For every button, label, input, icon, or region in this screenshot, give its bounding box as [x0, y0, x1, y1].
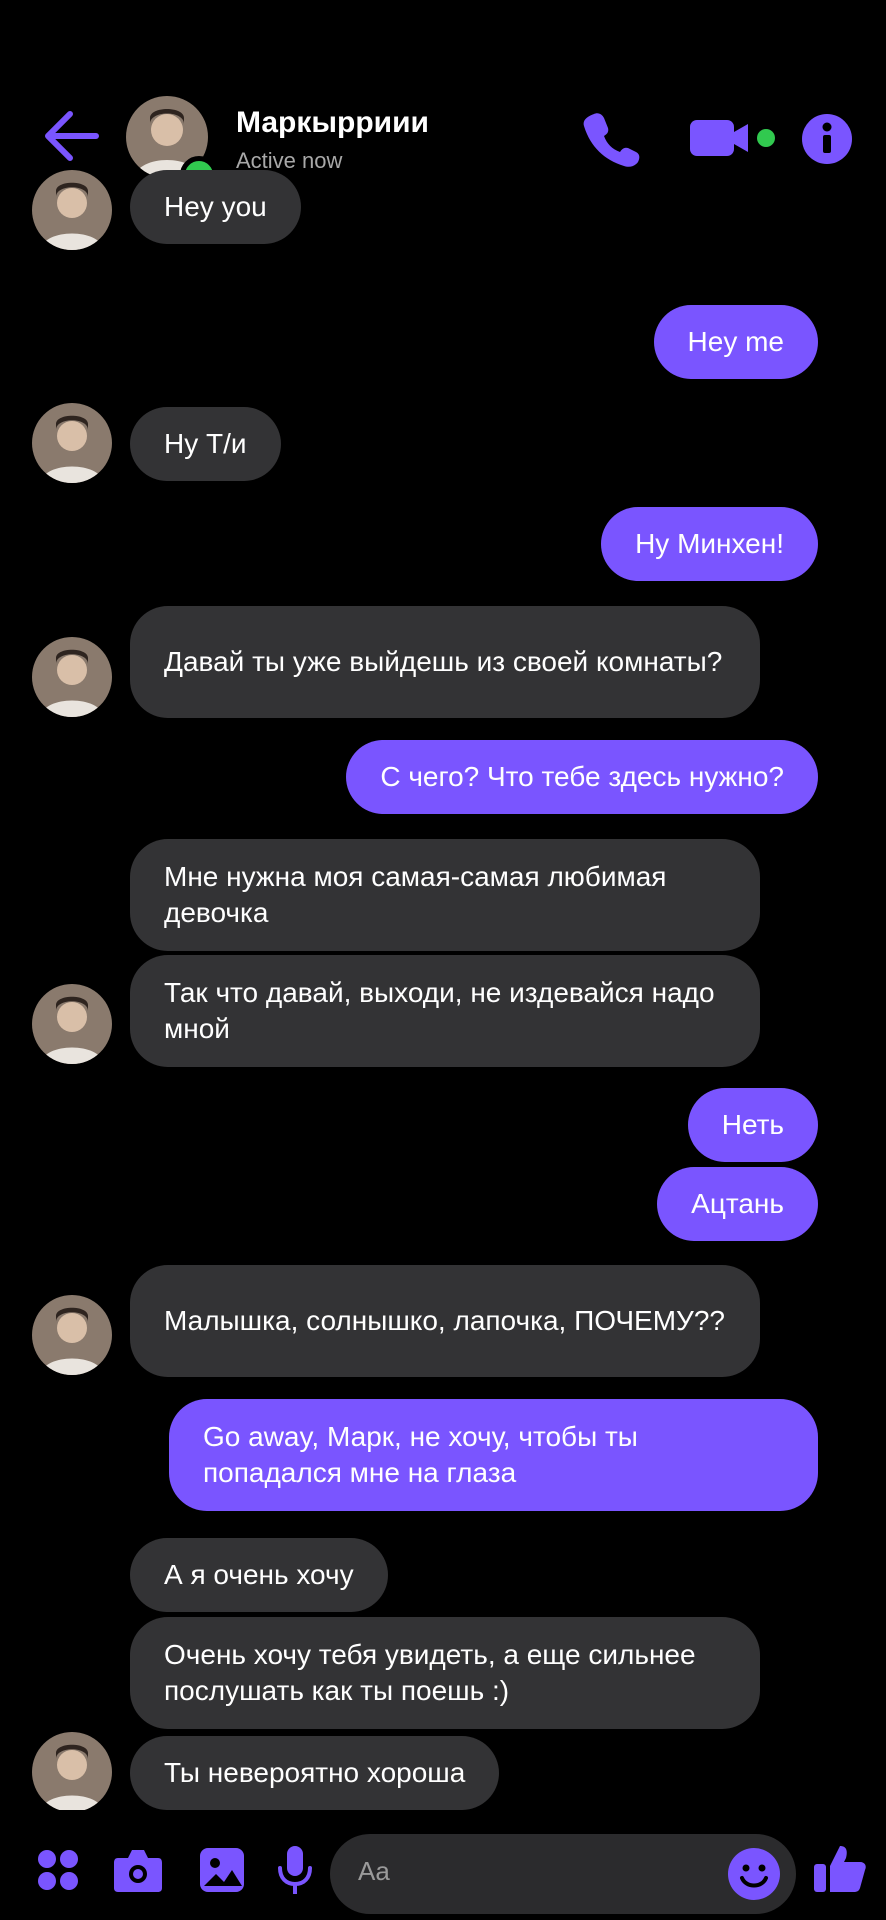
microphone-icon[interactable] [276, 1844, 314, 1898]
message-composer: Aa [0, 1810, 886, 1920]
message-outgoing[interactable]: Ну Минхен! [601, 507, 818, 581]
message-incoming[interactable]: Мне нужна моя самая-самая любимая девочк… [130, 839, 760, 951]
message-outgoing[interactable]: Ацтань [657, 1167, 818, 1241]
sender-avatar [32, 637, 112, 717]
phone-call-icon[interactable] [580, 108, 640, 168]
message-incoming[interactable]: Очень хочу тебя увидеть, а еще сильнее п… [130, 1617, 760, 1729]
info-icon[interactable] [800, 112, 854, 166]
video-call-icon[interactable] [688, 116, 784, 160]
message-outgoing[interactable]: С чего? Что тебе здесь нужно? [346, 740, 818, 814]
chat-header: Маркырриии Active now [0, 0, 886, 210]
camera-icon[interactable] [112, 1846, 164, 1894]
message-outgoing[interactable]: Go away, Марк, не хочу, чтобы ты попадал… [169, 1399, 818, 1511]
message-input-placeholder: Aa [358, 1856, 390, 1886]
sender-avatar [32, 403, 112, 483]
gallery-icon[interactable] [198, 1846, 246, 1894]
message-incoming[interactable]: Ну Т/и [130, 407, 281, 481]
sender-avatar [32, 1295, 112, 1375]
contact-name: Маркырриии [236, 106, 429, 139]
message-incoming[interactable]: А я очень хочу [130, 1538, 388, 1612]
apps-icon[interactable] [36, 1848, 80, 1892]
back-arrow-icon[interactable] [40, 108, 102, 164]
message-incoming[interactable]: Hey you [130, 170, 301, 244]
message-outgoing[interactable]: Hey me [653, 305, 818, 379]
sender-avatar [32, 170, 112, 250]
message-incoming[interactable]: Малышка, солнышко, лапочка, ПОЧЕМУ?? [130, 1265, 760, 1377]
sender-avatar [32, 1732, 112, 1812]
message-input[interactable]: Aa [330, 1834, 796, 1914]
sender-avatar [32, 984, 112, 1064]
message-outgoing[interactable]: Неть [687, 1088, 818, 1162]
like-icon[interactable] [812, 1840, 868, 1896]
message-incoming[interactable]: Так что давай, выходи, не издевайся надо… [130, 955, 760, 1067]
message-list[interactable]: Hey you Hey me Ну Т/и Ну Минхен! Давай т… [0, 170, 886, 1812]
message-incoming[interactable]: Ты невероятно хороша [130, 1736, 500, 1810]
message-incoming[interactable]: Давай ты уже выйдешь из своей комнаты? [130, 606, 760, 718]
emoji-icon[interactable] [726, 1846, 782, 1902]
